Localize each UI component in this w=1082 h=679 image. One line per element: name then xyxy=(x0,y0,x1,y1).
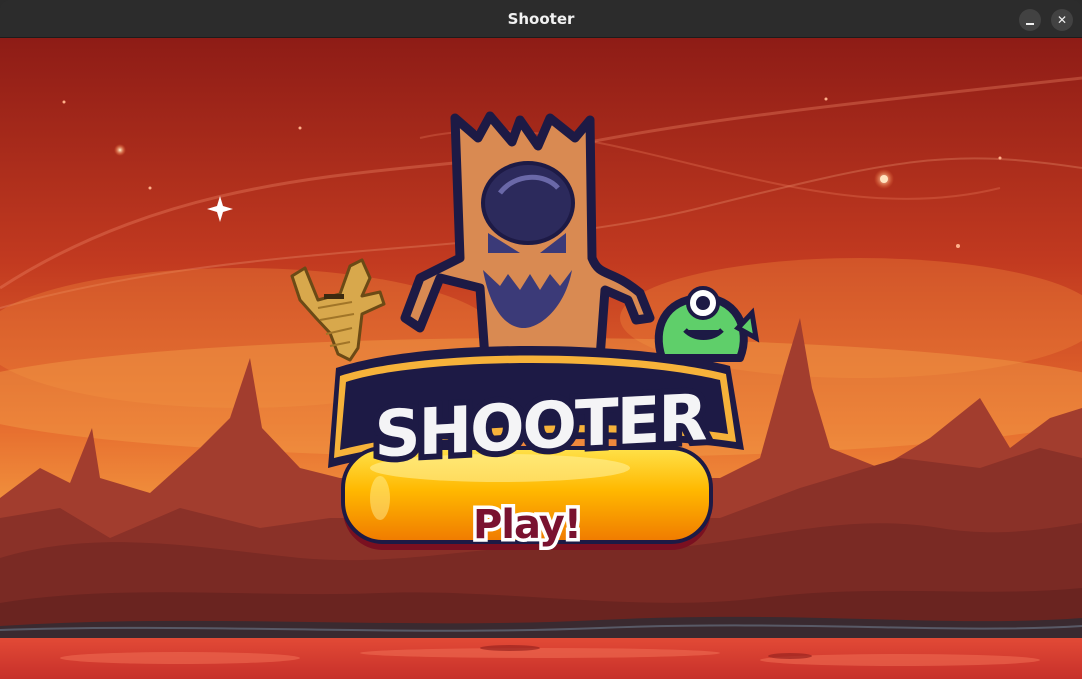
close-button[interactable]: ✕ xyxy=(1051,9,1073,31)
close-icon: ✕ xyxy=(1056,13,1068,27)
game-window: Shooter ✕ SHOOTER Play! xyxy=(0,0,1082,679)
play-button-label: Play! xyxy=(469,499,585,552)
window-title: Shooter xyxy=(507,10,575,28)
minimize-button[interactable] xyxy=(1019,9,1041,31)
game-background xyxy=(0,38,1082,679)
game-canvas[interactable]: SHOOTER Play! xyxy=(0,38,1082,679)
play-button[interactable]: Play! xyxy=(343,486,711,580)
title-bar[interactable]: Shooter ✕ xyxy=(0,0,1082,38)
